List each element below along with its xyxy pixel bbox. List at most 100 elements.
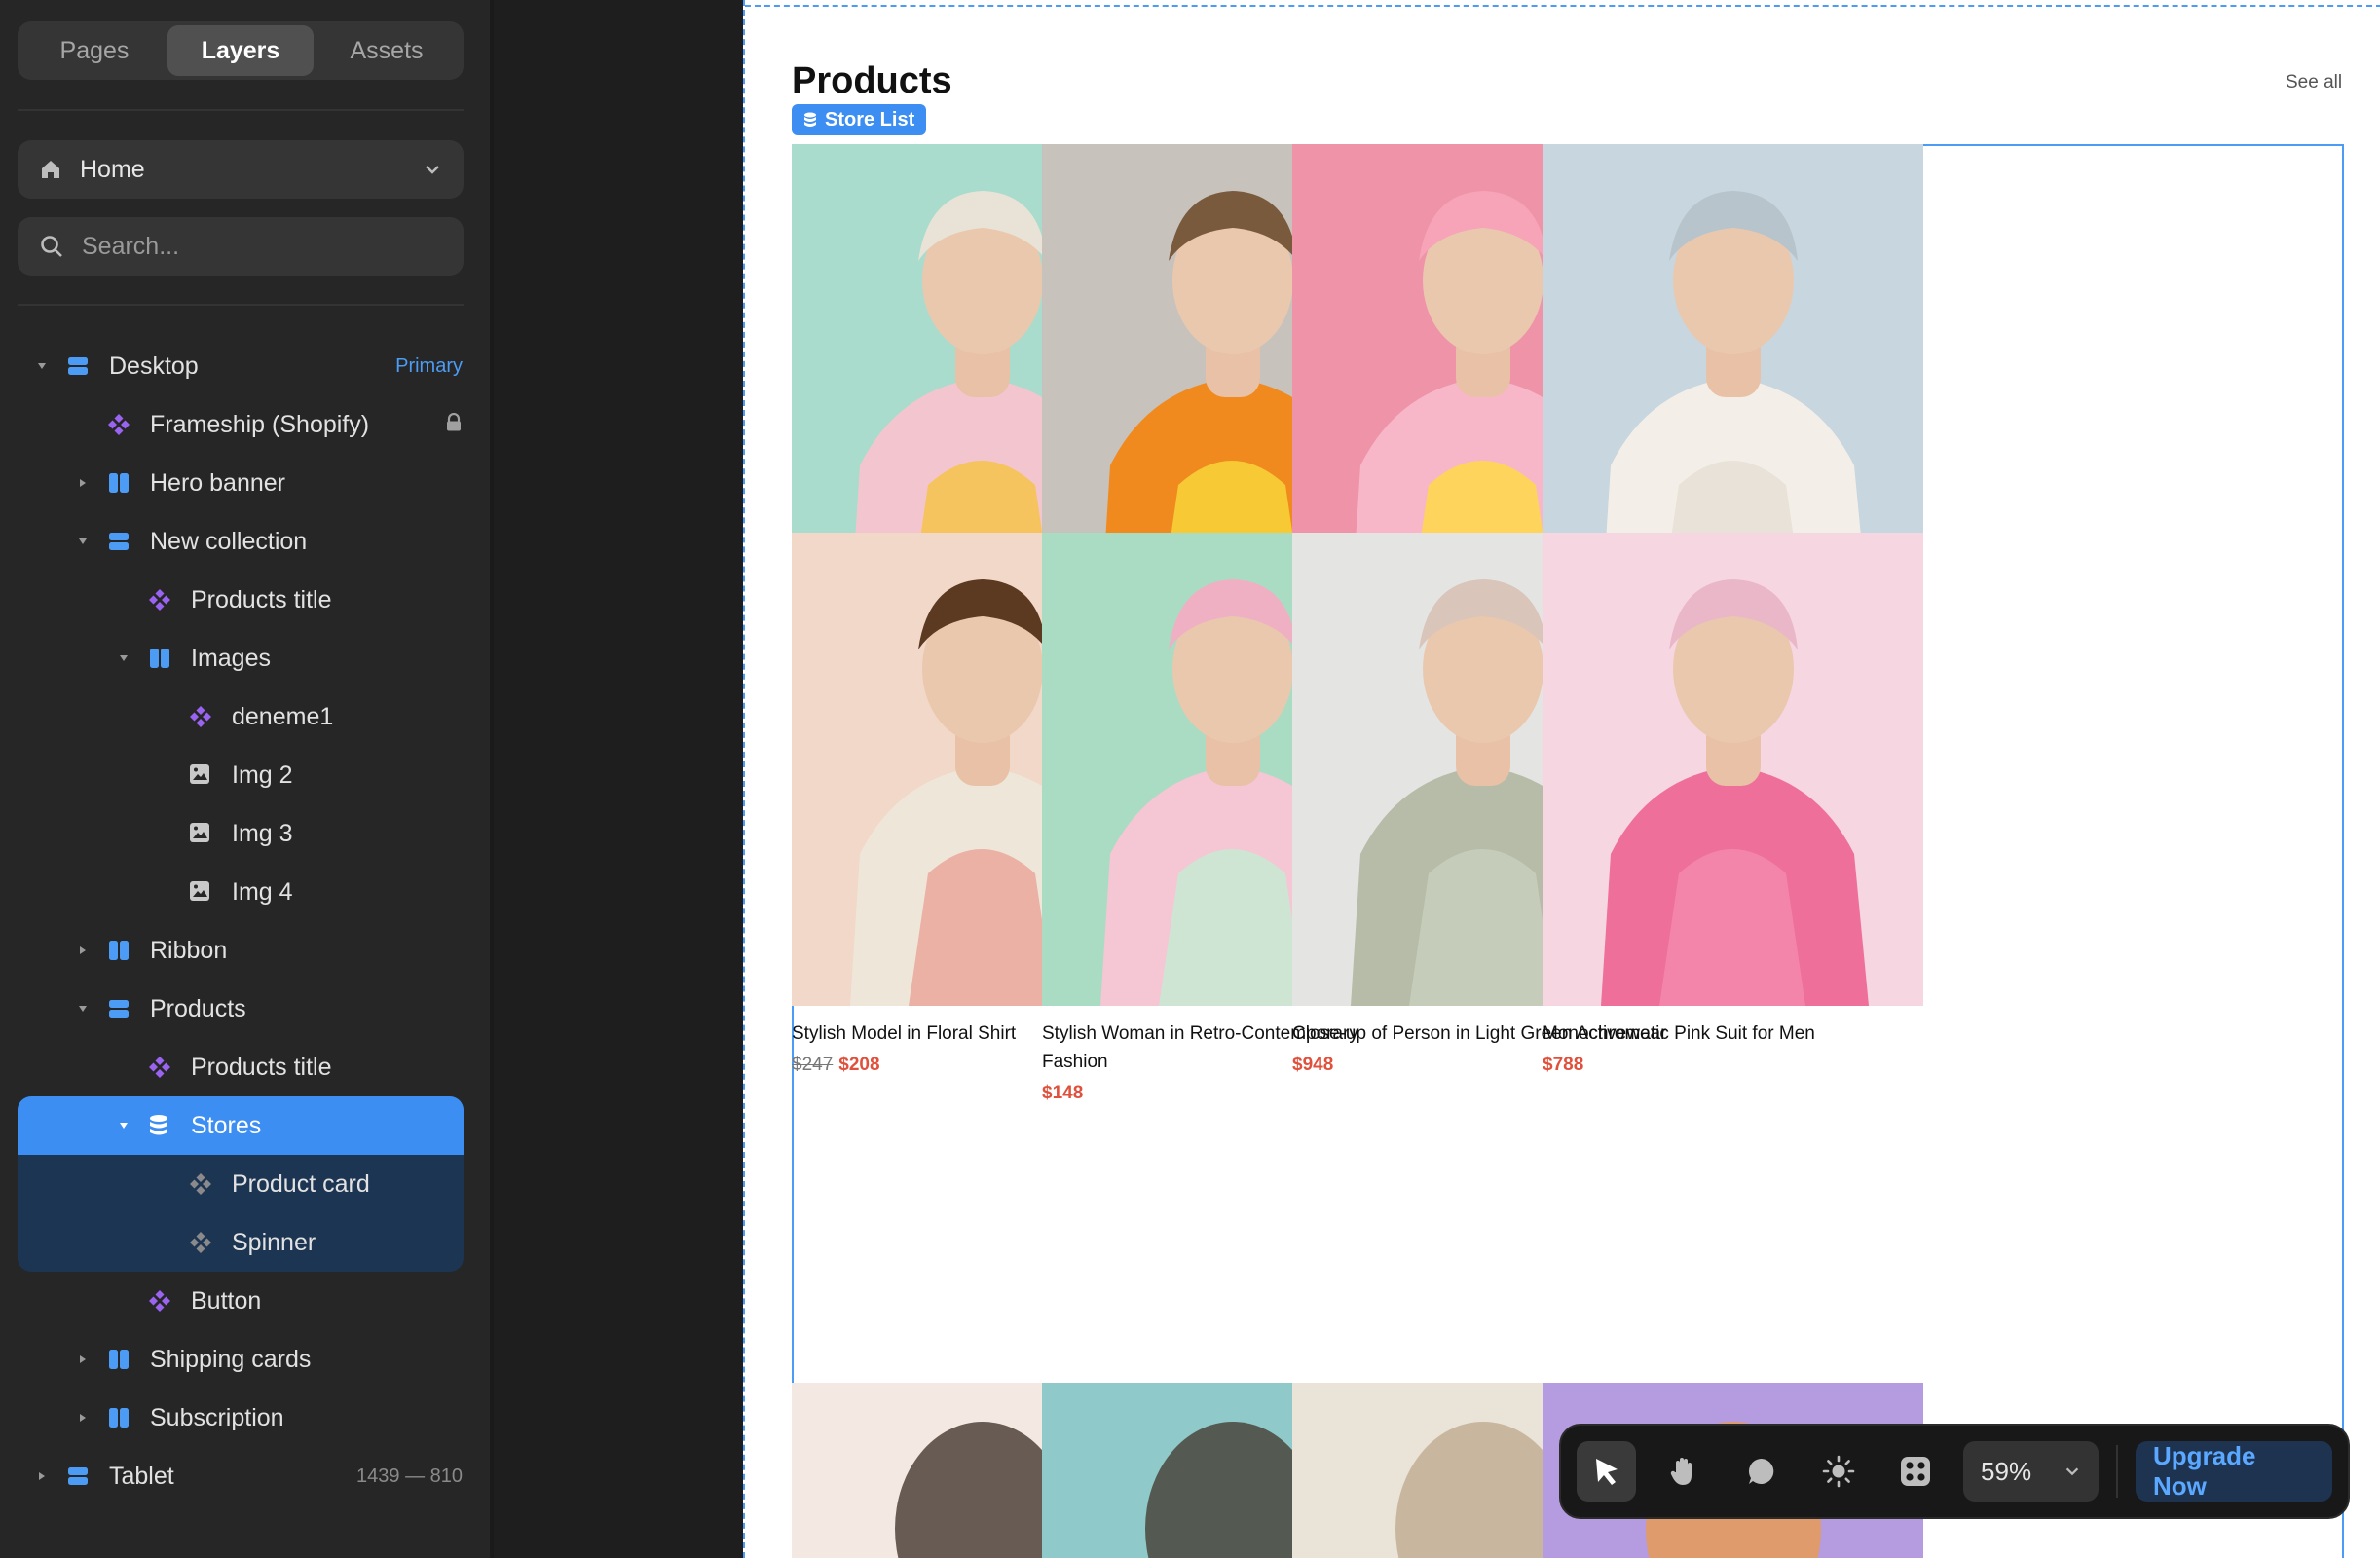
caret-down-icon[interactable] — [76, 535, 90, 548]
layer-label: Product card — [232, 1170, 370, 1198]
layer-row-button[interactable]: Button — [0, 1272, 490, 1330]
columns-icon — [107, 1348, 130, 1371]
search-field[interactable] — [18, 217, 464, 276]
sale-price: $948 — [1292, 1055, 1334, 1075]
sale-price: $788 — [1543, 1055, 1584, 1075]
layer-label: Img 4 — [232, 878, 293, 906]
tab-assets[interactable]: Assets — [314, 25, 460, 76]
desktop-frame[interactable]: Products See all Store List A Young Woma… — [743, 0, 2380, 1558]
layer-row-hero-banner[interactable]: Hero banner — [0, 454, 490, 512]
columns-icon — [107, 939, 130, 962]
sale-price: $208 — [838, 1055, 880, 1075]
stack-icon — [66, 354, 90, 378]
layer-row-products-title[interactable]: Products title — [0, 571, 490, 629]
bottom-toolbar: 59% Upgrade Now — [1559, 1424, 2350, 1519]
layer-row-product-card[interactable]: Product card — [0, 1155, 490, 1213]
search-input[interactable] — [82, 232, 432, 261]
layer-label: Ribbon — [150, 937, 228, 964]
pointer-tool[interactable] — [1577, 1441, 1637, 1502]
layer-label: Desktop — [109, 352, 199, 380]
layer-row-products-title[interactable]: Products title — [0, 1038, 490, 1096]
product-card[interactable]: Monochromatic Pink Suit for Men $788 — [1543, 533, 1923, 1077]
primary-badge: Primary — [395, 355, 463, 377]
comment-icon — [1748, 1458, 1773, 1484]
layer-label: Shipping cards — [150, 1346, 312, 1373]
theme-tool[interactable] — [1808, 1441, 1868, 1502]
layer-label: Subscription — [150, 1404, 284, 1431]
toolbar-divider — [2116, 1445, 2119, 1498]
comment-tool[interactable] — [1731, 1441, 1791, 1502]
caret-right-icon[interactable] — [76, 1353, 90, 1366]
upgrade-button[interactable]: Upgrade Now — [2136, 1441, 2332, 1502]
layer-label: Img 3 — [232, 820, 293, 847]
layer-row-stores[interactable]: Stores — [0, 1096, 490, 1155]
plugins-tool[interactable] — [1886, 1441, 1946, 1502]
columns-icon — [148, 647, 171, 670]
layer-row-frameship-shopify-[interactable]: Frameship (Shopify) — [0, 395, 490, 454]
panel-tabs: Pages Layers Assets — [18, 21, 464, 80]
caret-down-icon[interactable] — [117, 1119, 130, 1132]
design-canvas[interactable]: Products See all Store List A Young Woma… — [494, 0, 2380, 1558]
caret-right-icon[interactable] — [76, 1411, 90, 1425]
pointer-icon — [1595, 1459, 1618, 1485]
layer-row-tablet[interactable]: Tablet 1439 — 810 — [0, 1447, 490, 1505]
layer-row-desktop[interactable]: Desktop Primary — [0, 337, 490, 395]
layer-row-deneme1[interactable]: deneme1 — [0, 687, 490, 746]
layer-label: Tablet — [109, 1463, 174, 1490]
products-title[interactable]: Products — [792, 60, 952, 102]
tab-layers[interactable]: Layers — [167, 25, 314, 76]
image-icon — [189, 822, 212, 845]
layer-label: Spinner — [232, 1229, 316, 1256]
layer-label: Stores — [191, 1112, 262, 1139]
layer-label: Frameship (Shopify) — [150, 411, 370, 438]
layer-row-spinner[interactable]: Spinner — [0, 1213, 490, 1272]
layer-row-shipping-cards[interactable]: Shipping cards — [0, 1330, 490, 1389]
component-icon — [148, 588, 171, 612]
layer-label: Img 2 — [232, 761, 293, 789]
layer-row-images[interactable]: Images — [0, 629, 490, 687]
component-icon — [189, 705, 212, 728]
divider — [18, 304, 464, 306]
caret-right-icon[interactable] — [76, 476, 90, 490]
tab-pages[interactable]: Pages — [21, 25, 167, 76]
product-image[interactable] — [1543, 533, 1923, 1006]
chevron-down-icon — [426, 166, 439, 174]
layer-label: Images — [191, 645, 271, 672]
database-icon — [148, 1114, 171, 1137]
store-list-badge[interactable]: Store List — [792, 104, 927, 135]
product-price: $788 — [1543, 1054, 1923, 1077]
lock-icon[interactable] — [445, 412, 463, 438]
component-icon — [107, 413, 130, 436]
layer-row-new-collection[interactable]: New collection — [0, 512, 490, 571]
divider — [18, 109, 464, 111]
product-name[interactable]: Monochromatic Pink Suit for Men — [1543, 1020, 1923, 1048]
sun-icon — [1822, 1455, 1855, 1488]
home-icon — [42, 161, 59, 178]
hand-tool[interactable] — [1654, 1441, 1713, 1502]
caret-down-icon[interactable] — [117, 651, 130, 665]
layer-row-ribbon[interactable]: Ribbon — [0, 921, 490, 980]
component-outline-icon — [189, 1172, 212, 1196]
layer-row-img-2[interactable]: Img 2 — [0, 746, 490, 804]
layer-label: Products title — [191, 586, 332, 613]
layer-row-products[interactable]: Products — [0, 980, 490, 1038]
hand-icon — [1670, 1458, 1692, 1485]
stack-icon — [66, 1465, 90, 1488]
caret-down-icon[interactable] — [35, 359, 49, 373]
caret-right-icon[interactable] — [76, 944, 90, 957]
component-icon — [148, 1056, 171, 1079]
layers-panel: Pages Layers Assets Home Desktop Primary F… — [0, 0, 492, 1558]
page-select[interactable]: Home — [18, 140, 464, 199]
layer-label: Hero banner — [150, 469, 285, 497]
layer-label: deneme1 — [232, 703, 334, 730]
caret-right-icon[interactable] — [35, 1469, 49, 1483]
page-select-label: Home — [80, 155, 145, 183]
layer-row-subscription[interactable]: Subscription — [0, 1389, 490, 1447]
layer-row-img-4[interactable]: Img 4 — [0, 863, 490, 921]
layer-row-img-3[interactable]: Img 3 — [0, 804, 490, 863]
search-icon — [41, 236, 62, 257]
caret-down-icon[interactable] — [76, 1002, 90, 1016]
stack-icon — [107, 997, 130, 1020]
zoom-select[interactable]: 59% — [1963, 1441, 2100, 1502]
see-all-link[interactable]: See all — [2286, 72, 2342, 93]
